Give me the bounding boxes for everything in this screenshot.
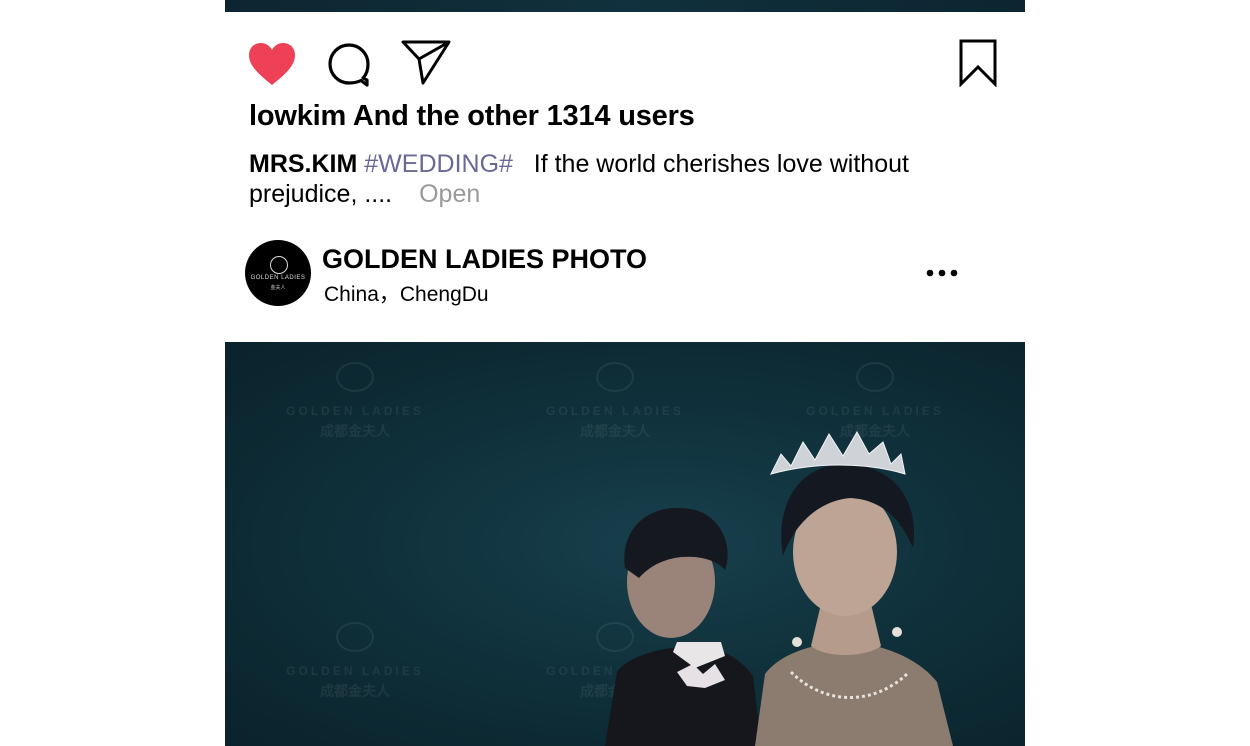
- caption-username[interactable]: MRS.KIM: [249, 150, 357, 178]
- caption-open-link[interactable]: Open: [419, 180, 480, 208]
- author-name[interactable]: GOLDEN LADIES PHOTO: [322, 244, 647, 275]
- likes-count[interactable]: lowkim And the other 1314 users: [249, 100, 695, 133]
- post-author: GOLDEN LADIES 金夫人 GOLDEN LADIES PHOTO Ch…: [245, 240, 1005, 306]
- logo-icon: [270, 256, 288, 274]
- avatar-brand-sub: 金夫人: [270, 285, 286, 291]
- send-icon[interactable]: [401, 40, 451, 86]
- comment-bubble-icon[interactable]: [326, 42, 372, 88]
- post-photo[interactable]: GOLDEN LADIES 成都金夫人 GOLDEN LADIES 成都金夫人 …: [225, 342, 1025, 746]
- previous-photo: [225, 0, 1025, 12]
- couple-illustration: [605, 430, 953, 746]
- action-bar: [225, 36, 1025, 88]
- avatar[interactable]: GOLDEN LADIES 金夫人: [245, 240, 311, 306]
- avatar-brand: GOLDEN LADIES: [250, 275, 306, 281]
- post-caption: MRS.KIM #WEDDING# If the world cherishes…: [249, 149, 969, 209]
- post-card: lowkim And the other 1314 users MRS.KIM …: [225, 0, 1025, 746]
- bookmark-icon[interactable]: [958, 39, 998, 87]
- heart-icon[interactable]: [247, 42, 297, 86]
- author-location[interactable]: China，ChengDu: [324, 278, 489, 308]
- caption-hashtag[interactable]: #WEDDING#: [364, 150, 513, 178]
- more-dots-icon[interactable]: [925, 264, 959, 282]
